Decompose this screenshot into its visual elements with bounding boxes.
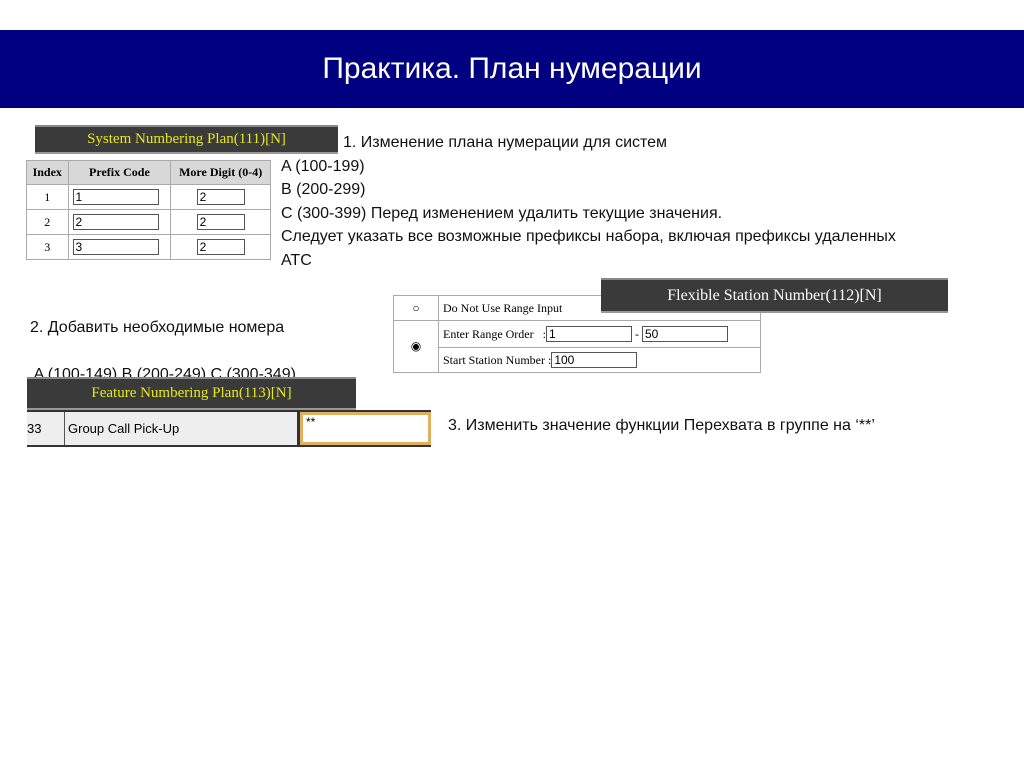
step1-line: A (100-199) [281, 157, 365, 175]
radio-range[interactable]: ◉ [393, 320, 439, 373]
more-digit-input[interactable]: 2 [196, 214, 245, 230]
more-digit-input[interactable]: 2 [196, 239, 245, 255]
start-label: Start Station Number : [443, 353, 552, 367]
slide-title: Практика. План нумерации [0, 30, 1024, 108]
table-row: 222 [26, 209, 271, 235]
prefix-input[interactable]: 1 [72, 189, 159, 205]
system-numbering-plan-header: System Numbering Plan(111)[N] [35, 125, 338, 154]
step3-text: 3. Изменить значение функции Перехвата в… [448, 417, 875, 434]
more-digit-input[interactable]: 2 [196, 189, 245, 205]
index-cell: 1 [26, 184, 69, 210]
step1-line: B (200-299) [281, 181, 366, 198]
feature-name: Group Call Pick-Up [65, 412, 300, 445]
range-from-input[interactable]: 1 [545, 326, 632, 342]
col-more-digit: More Digit (0-4) [170, 160, 271, 185]
feature-numbering-plan-header: Feature Numbering Plan(113)[N] [27, 377, 356, 410]
range-separator: - [634, 327, 639, 341]
table-row: 11 2 [26, 184, 271, 210]
radio-no-range[interactable]: ○ [393, 295, 439, 321]
col-prefix: Prefix Code [67, 160, 172, 185]
start-station-input[interactable]: 100 [551, 352, 638, 368]
step1-text: 1. Изменение плана нумерации для систем … [281, 131, 896, 272]
table-row: 33 2 [26, 234, 271, 260]
flexible-station-header: Flexible Station Number(112)[N] [601, 278, 948, 313]
feature-code-input[interactable]: ** [300, 412, 431, 445]
index-cell: 2 [26, 209, 69, 235]
prefix-input[interactable]: 3 [72, 239, 159, 255]
system-numbering-table: Index Prefix Code More Digit (0-4) 112 2… [26, 160, 271, 260]
step1-line: АТС [281, 251, 312, 269]
prefix-input[interactable]: 2 [72, 214, 159, 230]
step2-line: 2. Добавить необходимые номера [30, 318, 285, 336]
index-cell: 3 [26, 234, 69, 260]
col-index: Index [26, 160, 69, 185]
step1-line: C (300-399) Перед изменением удалить тек… [281, 204, 723, 222]
feature-index: 33 [27, 412, 65, 445]
range-label: Enter Range Order : [443, 327, 546, 341]
range-to-input[interactable]: 50 [641, 326, 728, 342]
feature-row: 33 Group Call Pick-Up ** [27, 410, 431, 447]
step1-line: Следует указать все возможные префиксы н… [281, 228, 896, 245]
step1-line: 1. Изменение плана нумерации для систем [343, 134, 668, 151]
